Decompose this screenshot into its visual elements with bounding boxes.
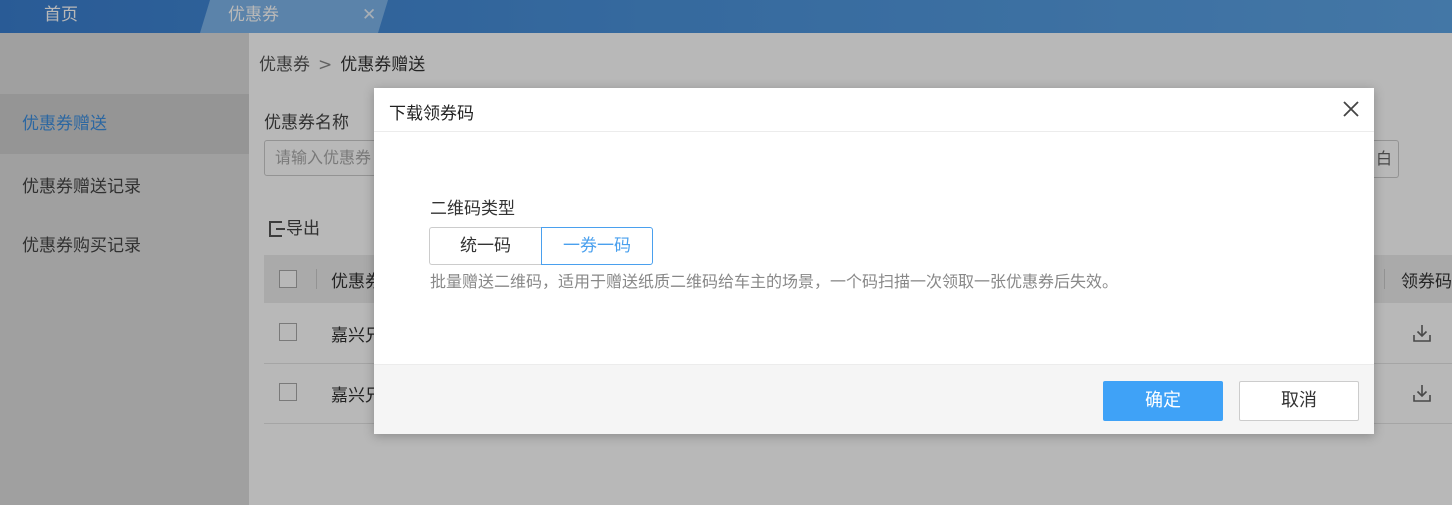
qr-type-hint: 批量赠送二维码，适用于赠送纸质二维码给车主的场景，一个码扫描一次领取一张优惠券后… [430, 272, 1119, 291]
dialog-footer: 确定 取消 [374, 364, 1374, 434]
dialog-header: 下载领券码 [374, 88, 1374, 132]
download-code-dialog: 下载领券码 二维码类型 统一码 一券一码 批量赠送二维码，适用于赠送纸质二维码给… [374, 88, 1374, 434]
dialog-title: 下载领券码 [389, 104, 474, 124]
option-unified-code[interactable]: 统一码 [429, 227, 541, 265]
option-one-code-per-coupon[interactable]: 一券一码 [541, 227, 653, 265]
cancel-button[interactable]: 取消 [1239, 381, 1359, 421]
qr-type-selector: 统一码 一券一码 [429, 227, 653, 265]
close-icon[interactable] [1340, 98, 1362, 120]
confirm-button[interactable]: 确定 [1103, 381, 1223, 421]
qr-type-label: 二维码类型 [430, 199, 515, 219]
